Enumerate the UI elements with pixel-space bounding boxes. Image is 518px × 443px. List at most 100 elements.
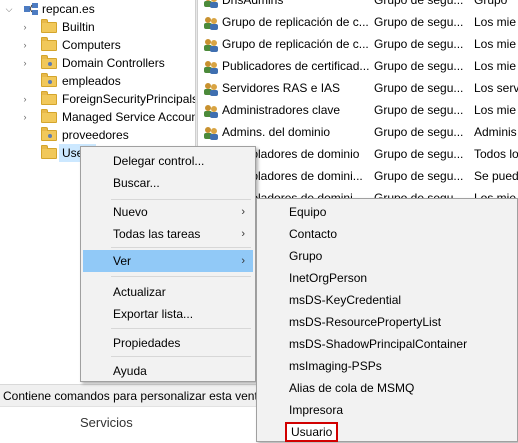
folder-icon <box>41 109 57 123</box>
group-icon <box>203 15 219 30</box>
list-item[interactable]: Grupo de replicación de c... Grupo de seg… <box>198 11 518 33</box>
tree-item-empleados[interactable]: empleados <box>0 72 195 90</box>
submenu-item-label: InetOrgPerson <box>289 271 368 285</box>
menu-separator <box>111 199 251 200</box>
list-item-description: Se pued <box>474 169 518 183</box>
submenu-item-equipo[interactable]: Equipo <box>259 201 515 223</box>
list-item[interactable]: Grupo de replicación de c... Grupo de seg… <box>198 33 518 55</box>
list-item-type: Grupo de segu... <box>374 81 464 95</box>
status-text: Contiene comandos para personalizar esta… <box>3 389 282 403</box>
folder-icon <box>41 19 57 33</box>
ou-folder-icon <box>41 127 57 141</box>
chevron-right-icon[interactable]: › <box>20 108 30 126</box>
submenu-item-impresora[interactable]: Impresora <box>259 399 515 421</box>
list-item-name: Publicadores de certificad... <box>222 59 370 73</box>
list-item[interactable]: Admins. del dominio Grupo de segu... Admin… <box>198 121 518 143</box>
chevron-right-icon[interactable]: › <box>20 90 30 108</box>
chevron-right-icon[interactable]: › <box>20 54 30 72</box>
submenu-item-label: Equipo <box>289 205 327 219</box>
menu-item-refresh[interactable]: Actualizar <box>83 281 253 303</box>
submenu-item-inetorgperson[interactable]: InetOrgPerson <box>259 267 515 289</box>
submenu-item-label: Alias de cola de MSMQ <box>289 381 415 395</box>
folder-icon <box>41 145 57 159</box>
group-icon <box>203 125 219 140</box>
chevron-down-icon[interactable]: ⌵ <box>4 0 14 18</box>
group-icon <box>203 81 219 96</box>
tree-item-computers[interactable]: › Computers <box>0 36 195 54</box>
submenu-item-label: Grupo <box>289 249 323 263</box>
list-item-type: Grupo de segu... <box>374 125 464 139</box>
list-item-name: Administradores clave <box>222 103 341 117</box>
group-icon <box>203 103 219 118</box>
chevron-right-icon[interactable]: › <box>20 36 30 54</box>
list-item-description: Los mie <box>474 15 517 29</box>
submenu-item-alias-de-cola-de-msmq[interactable]: Alias de cola de MSMQ <box>259 377 515 399</box>
menu-item-properties[interactable]: Propiedades <box>83 332 253 354</box>
ou-folder-icon <box>41 73 57 87</box>
tree-item-label: Computers <box>62 38 121 52</box>
list-item-type: Grupo de segu... <box>374 147 464 161</box>
menu-separator <box>111 276 251 277</box>
list-item-type: Grupo de segu... <box>374 0 464 7</box>
tree-item-managed-service-accounts[interactable]: › Managed Service Accounts <box>0 108 195 126</box>
submenu-item-label: Contacto <box>289 227 338 241</box>
submenu-item-msds-keycredential[interactable]: msDS-KeyCredential <box>259 289 515 311</box>
list-item-description: Grupo <box>474 0 508 7</box>
list-item-name: Grupo de replicación de c... <box>222 15 369 29</box>
submenu-item-contacto[interactable]: Contacto <box>259 223 515 245</box>
list-item[interactable]: Publicadores de certificad... Grupo de se… <box>198 55 518 77</box>
menu-item-view[interactable]: Ver › <box>83 250 253 272</box>
submenu-item-msimaging-psps[interactable]: msImaging-PSPs <box>259 355 515 377</box>
tree-item-foreign-security-principals[interactable]: › ForeignSecurityPrincipals <box>0 90 195 108</box>
menu-item-find[interactable]: Buscar... <box>83 172 253 194</box>
menu-item-export-list[interactable]: Exportar lista... <box>83 303 253 325</box>
list-item-name: DnsAdmins <box>222 0 284 7</box>
list-item[interactable]: Administradores clave Grupo de segu... Los… <box>198 99 518 121</box>
ou-folder-icon <box>41 55 57 69</box>
chevron-right-icon: › <box>241 206 245 218</box>
submenu-item-label: Impresora <box>289 403 344 417</box>
services-label[interactable]: Servicios <box>80 415 133 430</box>
submenu-item-msds-resourcepropertylist[interactable]: msDS-ResourcePropertyList <box>259 311 515 333</box>
list-item[interactable]: Servidores RAS e IAS Grupo de segu... Los … <box>198 77 518 99</box>
list-item-type: Grupo de segu... <box>374 59 464 73</box>
chevron-right-icon: › <box>241 228 245 240</box>
submenu-item-label: Usuario <box>285 422 339 442</box>
menu-item-delegate-control[interactable]: Delegar control... <box>83 150 253 172</box>
submenu-item-grupo[interactable]: Grupo <box>259 245 515 267</box>
tree-item-label: empleados <box>62 74 121 88</box>
folder-icon <box>41 91 57 105</box>
list-item-description: Los mie <box>474 37 517 51</box>
submenu-item-usuario[interactable]: Usuario <box>259 421 515 443</box>
list-item-type: Grupo de segu... <box>374 169 464 183</box>
menu-item-new[interactable]: Nuevo › <box>83 201 253 223</box>
list-item-name: Admins. del dominio <box>222 125 331 139</box>
submenu-item-label: msImaging-PSPs <box>289 359 382 373</box>
tree-item-builtin[interactable]: › Builtin <box>0 18 195 36</box>
group-icon <box>203 0 219 8</box>
domain-icon <box>24 2 38 15</box>
tree-item-label: Domain Controllers <box>62 56 165 70</box>
group-icon <box>203 59 219 74</box>
chevron-right-icon[interactable]: › <box>20 18 30 36</box>
list-item-type: Grupo de segu... <box>374 103 464 117</box>
list-item-type: Grupo de segu... <box>374 15 464 29</box>
tree-item-domain-controllers[interactable]: › Domain Controllers <box>0 54 195 72</box>
tree-domain-label: repcan.es <box>42 2 95 16</box>
tree-item-label: proveedores <box>62 128 129 142</box>
tree-item-label: ForeignSecurityPrincipals <box>62 92 195 106</box>
tree-item-label: Builtin <box>62 20 95 34</box>
chevron-right-icon: › <box>241 255 245 267</box>
list-item-type: Grupo de segu... <box>374 37 464 51</box>
list-item-name: Grupo de replicación de c... <box>222 37 369 51</box>
tree-item-label: Managed Service Accounts <box>62 110 195 124</box>
submenu-item-msds-shadowprincipalcontainer[interactable]: msDS-ShadowPrincipalContainer <box>259 333 515 355</box>
menu-separator <box>111 328 251 329</box>
menu-item-all-tasks[interactable]: Todas las tareas › <box>83 223 253 245</box>
submenu-item-label: msDS-KeyCredential <box>289 293 402 307</box>
list-item-name: Servidores RAS e IAS <box>222 81 341 95</box>
menu-item-help[interactable]: Ayuda <box>83 360 253 382</box>
list-item[interactable]: DnsAdmins Grupo de segu... Grupo <box>198 0 518 11</box>
tree-item-proveedores[interactable]: proveedores <box>0 126 195 144</box>
submenu-item-label: msDS-ShadowPrincipalContainer <box>289 337 468 351</box>
